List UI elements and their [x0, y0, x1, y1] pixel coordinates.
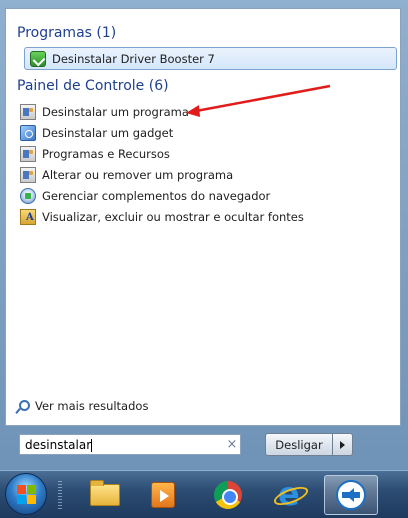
taskbar-file-explorer[interactable]: [78, 475, 132, 515]
gadget-icon: [20, 125, 36, 141]
result-label: Desinstalar um gadget: [42, 126, 174, 140]
result-label: Desinstalar um programa: [42, 105, 189, 119]
taskbar-teamviewer[interactable]: [324, 475, 378, 515]
result-change-or-remove-program[interactable]: Alterar ou remover um programa: [20, 165, 233, 185]
result-label: Visualizar, excluir ou mostrar e ocultar…: [42, 210, 304, 224]
result-uninstall-gadget[interactable]: Desinstalar um gadget: [20, 123, 173, 143]
result-label: Desinstalar Driver Booster 7: [52, 51, 215, 66]
shutdown-button-group: Desligar: [265, 433, 353, 456]
search-input-value[interactable]: desinstalar: [25, 438, 224, 452]
taskbar-internet-explorer[interactable]: [262, 475, 316, 515]
shutdown-button[interactable]: Desligar: [265, 433, 333, 456]
file-explorer-icon: [90, 480, 120, 506]
see-more-results-label: Ver mais resultados: [35, 399, 149, 413]
taskbar-media-player[interactable]: [136, 475, 190, 515]
fonts-folder-icon: [20, 209, 36, 225]
search-icon: [16, 399, 30, 413]
search-results-panel: Programas (1) Desinstalar Driver Booster…: [5, 8, 401, 426]
driver-booster-icon: [30, 50, 46, 67]
clear-search-icon[interactable]: ×: [224, 437, 240, 453]
chevron-right-icon: [340, 440, 345, 449]
control-panel-icon: [20, 104, 36, 120]
control-panel-icon: [20, 167, 36, 183]
start-search-input[interactable]: desinstalar ×: [19, 434, 241, 455]
result-view-fonts[interactable]: Visualizar, excluir ou mostrar e ocultar…: [20, 207, 304, 227]
browser-addon-icon: [20, 188, 36, 204]
taskbar-grip[interactable]: [58, 481, 62, 509]
taskbar-chrome[interactable]: [201, 475, 255, 515]
taskbar: [0, 470, 408, 518]
result-label: Programas e Recursos: [42, 147, 170, 161]
control-panel-section-header: Painel de Controle (6): [17, 78, 169, 94]
result-label: Gerenciar complementos do navegador: [42, 189, 271, 203]
media-player-icon: [151, 482, 175, 508]
control-panel-icon: [20, 146, 36, 162]
start-menu: Programas (1) Desinstalar Driver Booster…: [0, 0, 408, 470]
see-more-results-link[interactable]: Ver mais resultados: [16, 399, 148, 413]
result-uninstall-driver-booster[interactable]: Desinstalar Driver Booster 7: [24, 47, 397, 70]
shutdown-options-button[interactable]: [333, 433, 353, 456]
start-button[interactable]: [5, 473, 47, 515]
result-label: Alterar ou remover um programa: [42, 168, 234, 182]
chrome-icon: [214, 481, 242, 509]
internet-explorer-icon: [275, 475, 303, 513]
result-manage-browser-addons[interactable]: Gerenciar complementos do navegador: [20, 186, 270, 206]
result-uninstall-program[interactable]: Desinstalar um programa: [20, 102, 189, 122]
windows-logo-icon: [17, 485, 37, 505]
result-programs-and-features[interactable]: Programas e Recursos: [20, 144, 170, 164]
programs-section-header: Programas (1): [17, 25, 117, 41]
teamviewer-icon: [336, 480, 366, 510]
